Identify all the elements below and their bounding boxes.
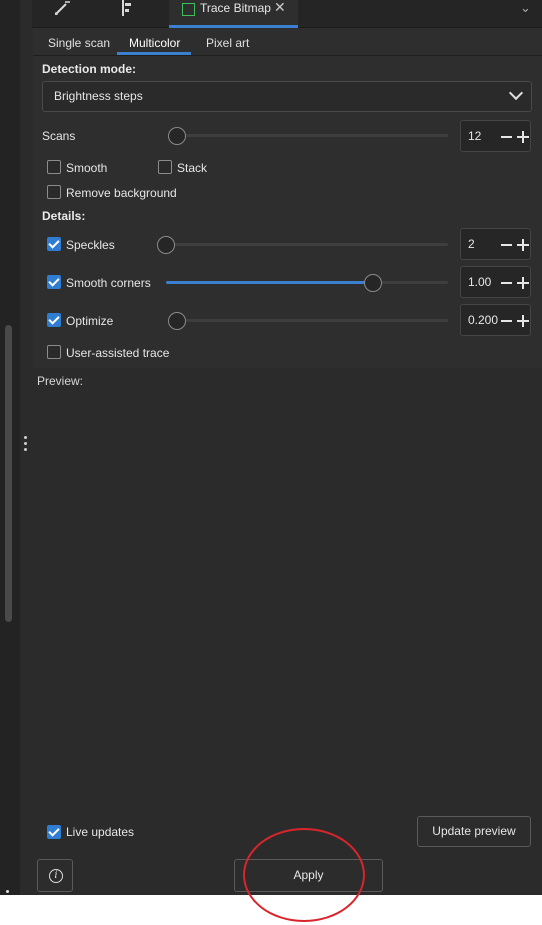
scans-value[interactable]: 12 — [468, 129, 481, 143]
dock-scrollbar[interactable] — [5, 325, 12, 622]
details-label: Details: — [42, 209, 86, 223]
detection-mode-label: Detection mode: — [42, 62, 137, 76]
stack-checkbox[interactable] — [158, 160, 172, 174]
speckles-label: Speckles — [66, 238, 115, 252]
speckles-slider-handle[interactable] — [157, 236, 175, 254]
chevron-down-icon — [508, 85, 524, 101]
live-updates-checkbox[interactable] — [47, 825, 61, 839]
close-icon[interactable]: ✕ — [274, 0, 286, 16]
smooth-label: Smooth — [66, 161, 108, 175]
user-assisted-label: User-assisted trace — [66, 346, 170, 360]
tab-pixel-art[interactable]: Pixel art — [206, 36, 249, 50]
dock-tab-bar: Trace Bitmap ✕ ⌄ — [32, 0, 542, 28]
optimize-label: Optimize — [66, 314, 114, 328]
decrement-icon[interactable] — [501, 320, 512, 322]
settings-panel: Single scan Multicolor Pixel art Detecti… — [33, 28, 542, 368]
speckles-value[interactable]: 2 — [468, 237, 475, 251]
decrement-icon[interactable] — [501, 282, 512, 284]
align-tool-icon[interactable] — [116, 0, 138, 18]
optimize-slider-handle[interactable] — [168, 312, 186, 330]
preview-area: Preview: — [33, 370, 542, 815]
optimize-slider-track[interactable] — [168, 319, 448, 322]
dot-marker — [6, 890, 9, 893]
smooth-corners-slider-handle[interactable] — [364, 274, 382, 292]
tab-trace-bitmap[interactable]: Trace Bitmap ✕ — [169, 0, 298, 28]
decrement-icon[interactable] — [501, 136, 512, 138]
smooth-corners-slider-fill — [166, 281, 373, 284]
speckles-checkbox[interactable] — [47, 237, 61, 251]
tab-single-scan[interactable]: Single scan — [48, 36, 110, 50]
info-button[interactable]: i — [37, 859, 73, 892]
scans-spinbox[interactable]: 12 — [460, 120, 531, 152]
user-assisted-checkbox[interactable] — [47, 345, 61, 359]
decrement-icon[interactable] — [501, 244, 512, 246]
smooth-corners-checkbox[interactable] — [47, 275, 61, 289]
info-icon: i — [49, 869, 63, 883]
smooth-corners-value[interactable]: 1.00 — [468, 275, 491, 289]
smooth-corners-label: Smooth corners — [66, 276, 151, 290]
tab-multicolor[interactable]: Multicolor — [129, 36, 180, 50]
trace-bitmap-dialog: Trace Bitmap ✕ ⌄ Single scan Multicolor … — [0, 0, 542, 895]
detection-mode-value: Brightness steps — [54, 89, 143, 103]
tab-title: Trace Bitmap — [200, 1, 271, 15]
optimize-value[interactable]: 0.200 — [468, 313, 498, 327]
speckles-spinbox[interactable]: 2 — [460, 228, 531, 260]
detection-mode-select[interactable]: Brightness steps — [42, 81, 532, 112]
mode-tabs: Single scan Multicolor Pixel art — [33, 28, 542, 56]
scans-slider-handle[interactable] — [168, 127, 186, 145]
remove-background-label: Remove background — [66, 186, 177, 200]
scans-label: Scans — [42, 129, 76, 143]
scans-slider-track[interactable] — [168, 134, 448, 137]
trace-bitmap-icon — [182, 3, 195, 16]
update-preview-button[interactable]: Update preview — [417, 816, 531, 847]
speckles-slider-track[interactable] — [157, 243, 448, 246]
remove-background-checkbox[interactable] — [47, 185, 61, 199]
optimize-spinbox[interactable]: 0.200 — [460, 304, 531, 336]
stack-label: Stack — [177, 161, 208, 175]
preview-label: Preview: — [37, 374, 84, 388]
chevron-down-icon[interactable]: ⌄ — [512, 0, 539, 18]
apply-button[interactable]: Apply — [234, 859, 383, 892]
dock-handle-icon[interactable] — [24, 436, 28, 456]
active-tab-indicator — [117, 52, 191, 55]
pen-tool-icon[interactable] — [52, 0, 74, 18]
smooth-checkbox[interactable] — [47, 160, 61, 174]
live-updates-label: Live updates — [66, 825, 135, 839]
optimize-checkbox[interactable] — [47, 313, 61, 327]
smooth-corners-spinbox[interactable]: 1.00 — [460, 266, 531, 298]
